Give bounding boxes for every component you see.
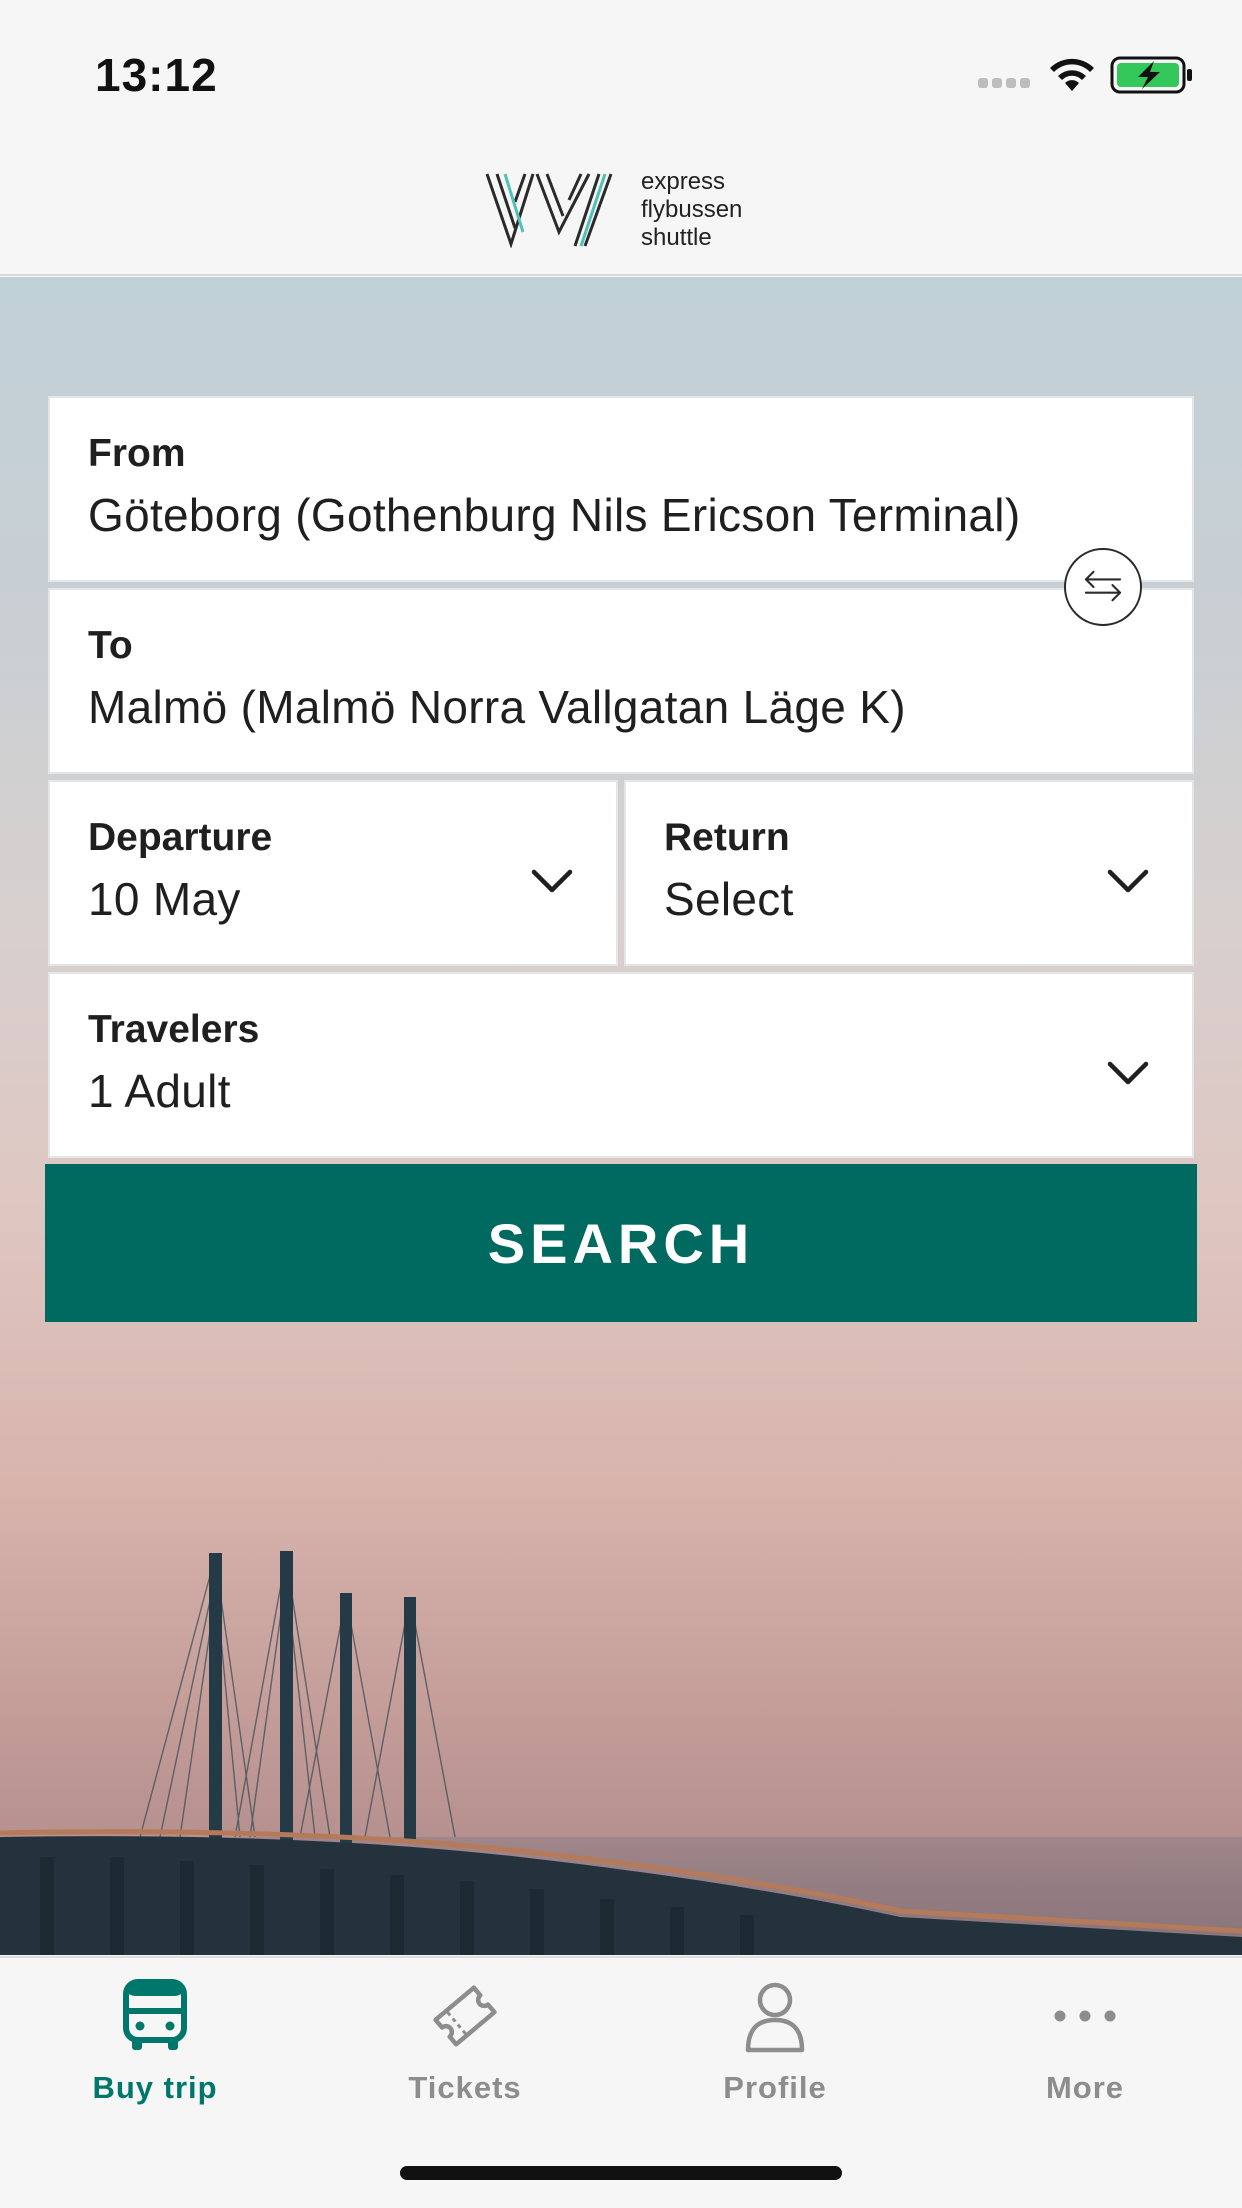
tab-buy-trip[interactable]: Buy trip bbox=[40, 1978, 270, 2128]
logo-wordmark: express flybussen shuttle bbox=[641, 168, 742, 252]
travelers-label: Travelers bbox=[88, 1008, 260, 1051]
ticket-icon bbox=[433, 1985, 497, 2047]
to-value: Malmö (Malmö Norra Vallgatan Läge K) bbox=[88, 681, 906, 733]
travelers-value: 1 Adult bbox=[88, 1065, 231, 1117]
tab-label-more: More bbox=[1045, 2070, 1125, 2105]
chevron-down-icon bbox=[1107, 869, 1149, 893]
cellular-signal-icon bbox=[978, 78, 1038, 90]
vy-logo-icon bbox=[485, 173, 613, 248]
to-label: To bbox=[88, 624, 133, 667]
home-indicator bbox=[400, 2166, 842, 2180]
from-label: From bbox=[88, 432, 186, 475]
vy-logo: express flybussen shuttle bbox=[485, 168, 765, 251]
from-value: Göteborg (Gothenburg Nils Ericson Termin… bbox=[88, 489, 1021, 541]
more-dots-icon bbox=[1054, 2010, 1116, 2022]
status-time: 13:12 bbox=[95, 49, 218, 101]
to-field[interactable]: To Malmö (Malmö Norra Vallgatan Läge K) bbox=[48, 588, 1194, 774]
logo-line-shuttle: shuttle bbox=[641, 224, 712, 251]
tab-profile[interactable]: Profile bbox=[660, 1978, 890, 2128]
swap-stations-button[interactable] bbox=[1064, 548, 1142, 626]
tab-tickets[interactable]: Tickets bbox=[350, 1978, 580, 2128]
chevron-down-icon bbox=[1107, 1061, 1149, 1085]
logo-line-express: express bbox=[641, 168, 726, 195]
swap-arrows-icon bbox=[1084, 570, 1122, 602]
wifi-icon bbox=[1050, 58, 1094, 91]
search-button[interactable]: SEARCH bbox=[45, 1164, 1197, 1322]
departure-field[interactable]: Departure 10 May bbox=[48, 780, 618, 966]
person-icon bbox=[745, 1982, 805, 2053]
return-field[interactable]: Return Select bbox=[624, 780, 1194, 966]
bus-icon bbox=[123, 1979, 187, 2050]
from-field[interactable]: From Göteborg (Gothenburg Nils Ericson T… bbox=[48, 396, 1194, 582]
logo-line-flybussen: flybussen bbox=[641, 196, 743, 223]
departure-label: Departure bbox=[88, 816, 273, 859]
battery-charging-icon bbox=[1110, 56, 1192, 94]
app-header: express flybussen shuttle bbox=[0, 150, 1242, 276]
tab-more[interactable]: More bbox=[970, 1978, 1200, 2128]
chevron-down-icon bbox=[531, 869, 573, 893]
tab-label-tickets: Tickets bbox=[408, 2070, 522, 2105]
status-bar: 13:12 bbox=[0, 0, 1242, 150]
tab-label-buy-trip: Buy trip bbox=[92, 2070, 218, 2105]
return-value: Select bbox=[664, 873, 794, 925]
return-label: Return bbox=[664, 816, 790, 859]
travelers-field[interactable]: Travelers 1 Adult bbox=[48, 972, 1194, 1158]
tab-label-profile: Profile bbox=[723, 2070, 827, 2105]
departure-value: 10 May bbox=[88, 873, 241, 925]
